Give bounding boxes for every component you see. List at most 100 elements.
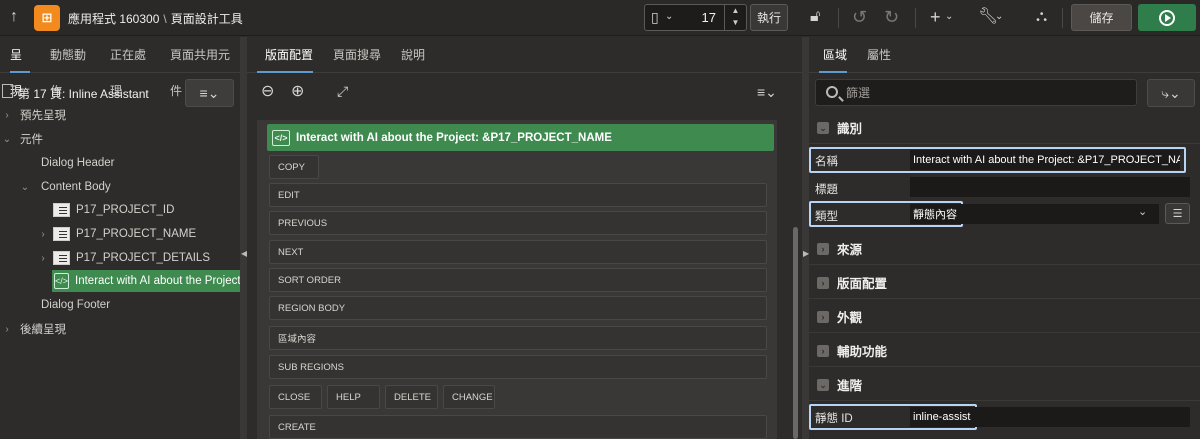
section-identification[interactable]: ⌄ 識別 <box>809 112 1200 144</box>
section-title: 輔助功能 <box>837 345 888 359</box>
breadcrumb-app[interactable]: 應用程式 160300 <box>68 10 159 27</box>
title-field[interactable] <box>910 177 1190 197</box>
run-button[interactable] <box>1138 4 1196 31</box>
tree-label: 元件 <box>20 134 43 146</box>
list-icon[interactable]: ☰ <box>1165 203 1190 224</box>
tab-dynamic-actions[interactable]: 動態動作 <box>40 37 100 98</box>
rendering-panel: 呈現 動態動作 正在處理 頁面共用元件 第 17 頁: Inline Assis… <box>0 37 240 439</box>
section-advanced[interactable]: ⌄ 進階 <box>809 369 1200 401</box>
name-label: 名稱 <box>815 156 838 168</box>
slot-sort-order[interactable]: SORT ORDER <box>269 268 767 292</box>
tree-node-p17-project-details[interactable]: › P17_PROJECT_DETAILS <box>0 247 240 269</box>
title-label: 標題 <box>815 184 838 196</box>
chevron-right-icon[interactable]: › <box>38 229 48 240</box>
slot-region-content[interactable]: 區域內容 <box>269 326 767 350</box>
slot-edit[interactable]: EDIT <box>269 183 767 207</box>
undo-icon[interactable]: ↺ <box>852 8 867 26</box>
chevron-right-icon[interactable]: › <box>38 253 48 264</box>
tab-shared-components[interactable]: 頁面共用元件 <box>160 37 240 98</box>
layout-toolbar: ⊖ ⊕ ⤢ ≡⌄ <box>247 73 802 113</box>
chevron-down-icon[interactable]: ⌄ <box>995 12 1003 22</box>
tree-node-ai-region[interactable]: </> Interact with AI about the Project: … <box>52 270 240 292</box>
page-title: 第 17 頁: Inline Assistant <box>18 87 149 101</box>
app-icon[interactable]: ⊞ <box>34 5 60 31</box>
expand-icon[interactable]: ⤢ <box>337 84 348 98</box>
save-button[interactable]: 儲存 <box>1071 4 1132 31</box>
chevron-down-icon[interactable]: ⌄ <box>2 134 12 145</box>
slot-next[interactable]: NEXT <box>269 240 767 264</box>
right-tabs: 區域 屬性 <box>809 37 1200 73</box>
region-header[interactable]: </> Interact with AI about the Project: … <box>267 124 774 151</box>
left-splitter[interactable]: ◀ <box>240 37 247 439</box>
zoom-in-icon[interactable]: ⊕ <box>291 84 304 100</box>
filter-input[interactable]: 篩選 <box>815 79 1137 106</box>
slot-close[interactable]: CLOSE <box>269 385 322 409</box>
tree-node-pre-rendering[interactable]: › 預先呈現 <box>0 104 240 126</box>
tab-page-search[interactable]: 頁面搜尋 <box>323 37 391 73</box>
tree-node-content-body[interactable]: ⌄ Content Body <box>0 176 240 198</box>
go-to-group-button[interactable]: ⤷⌄ <box>1147 79 1195 107</box>
layout-menu-icon[interactable]: ≡⌄ <box>757 85 777 99</box>
chevron-down-icon[interactable]: ⌄ <box>20 182 30 193</box>
tree-menu-button[interactable]: ≡⌄ <box>185 79 234 107</box>
slot-copy[interactable]: COPY <box>269 155 319 179</box>
slot-region-body[interactable]: REGION BODY <box>269 296 767 320</box>
chevron-down-icon[interactable]: ⌄ <box>665 12 673 22</box>
tree-node-post-rendering[interactable]: › 後續呈現 <box>0 318 240 340</box>
collapse-toggle-icon[interactable]: ⌄ <box>817 378 829 391</box>
tree-node-components[interactable]: ⌄ 元件 <box>0 128 240 150</box>
tab-attributes[interactable]: 屬性 <box>857 37 901 73</box>
tree-node-dialog-header[interactable]: Dialog Header <box>0 152 240 174</box>
section-title: 識別 <box>837 122 863 136</box>
layout-scrollbar[interactable] <box>793 227 798 439</box>
region-title: Interact with AI about the Project: &P17… <box>296 131 612 144</box>
chevron-down-icon[interactable]: ⌄ <box>945 12 953 22</box>
tree-node-dialog-footer[interactable]: Dialog Footer <box>0 294 240 316</box>
tab-help[interactable]: 說明 <box>391 37 435 73</box>
page-number-value[interactable]: 17 <box>702 10 716 25</box>
redo-icon[interactable]: ↻ <box>884 8 899 26</box>
tree-node-p17-project-name[interactable]: › P17_PROJECT_NAME <box>0 223 240 245</box>
slot-sub-regions[interactable]: SUB REGIONS <box>269 355 767 379</box>
slot-change[interactable]: CHANGE <box>443 385 495 409</box>
code-icon: </> <box>54 273 70 289</box>
expand-toggle-icon[interactable]: › <box>817 344 829 357</box>
slot-create[interactable]: CREATE <box>269 415 767 439</box>
section-accessibility[interactable]: › 輔助功能 <box>809 335 1200 367</box>
slot-previous[interactable]: PREVIOUS <box>269 211 767 235</box>
slot-delete[interactable]: DELETE <box>385 385 438 409</box>
up-arrow-icon[interactable]: ↑ <box>10 9 18 25</box>
collapse-toggle-icon[interactable]: ⌄ <box>817 121 829 134</box>
tab-rendering[interactable]: 呈現 <box>0 37 40 98</box>
chevron-down-icon[interactable]: ⌄ <box>1138 207 1147 218</box>
run-page-button[interactable]: 執行 <box>750 4 788 31</box>
zoom-out-icon[interactable]: ⊖ <box>261 84 274 100</box>
tab-region[interactable]: 區域 <box>809 37 857 73</box>
section-source[interactable]: › 來源 <box>809 233 1200 265</box>
page-number-stepper[interactable]: ▯ ⌄ 17 ▲ ▼ <box>644 4 747 31</box>
lock-icon[interactable]: 🔓︎ <box>810 9 820 25</box>
type-select[interactable]: 靜態內容 <box>910 204 1159 224</box>
name-field[interactable]: Interact with AI about the Project: &P17… <box>910 150 1180 170</box>
tree-label: Interact with AI about the Project: & <box>75 275 240 287</box>
expand-toggle-icon[interactable]: › <box>817 276 829 289</box>
shared-components-icon[interactable]: ⛬ <box>1036 9 1047 25</box>
tree-label: Content Body <box>41 181 111 193</box>
tab-layout[interactable]: 版面配置 <box>247 37 323 73</box>
chevron-right-icon[interactable]: › <box>2 110 12 121</box>
right-splitter[interactable]: ▶ <box>802 37 809 439</box>
add-icon[interactable]: + <box>930 8 941 26</box>
expand-toggle-icon[interactable]: › <box>817 310 829 323</box>
stepper-arrows[interactable]: ▲ ▼ <box>724 5 746 30</box>
chevron-right-icon[interactable]: › <box>2 324 12 335</box>
tab-processing[interactable]: 正在處理 <box>100 37 160 98</box>
slot-help[interactable]: HELP <box>327 385 380 409</box>
breadcrumb-separator: \ <box>163 11 167 26</box>
expand-toggle-icon[interactable]: › <box>817 242 829 255</box>
static-id-field[interactable]: inline-assist <box>910 407 1190 427</box>
property-editor: 區域 屬性 篩選 ⤷⌄ ⌄ 識別 名稱 Interact with AI abo… <box>809 37 1200 439</box>
page-item-icon <box>53 227 70 241</box>
section-layout[interactable]: › 版面配置 <box>809 267 1200 299</box>
section-appearance[interactable]: › 外觀 <box>809 301 1200 333</box>
tree-node-p17-project-id[interactable]: P17_PROJECT_ID <box>0 199 240 221</box>
